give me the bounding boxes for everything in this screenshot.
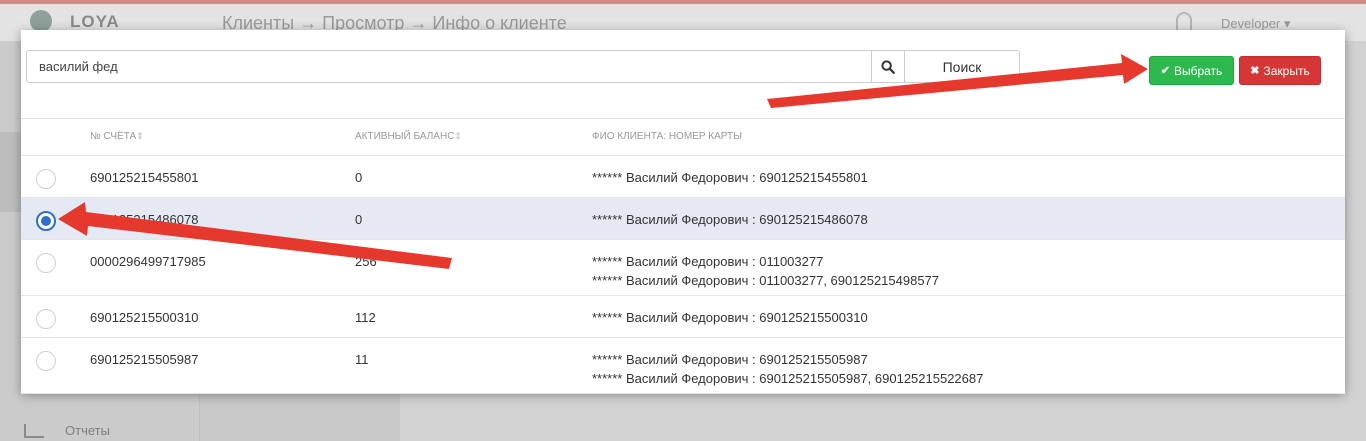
client-card-line: ****** Василий Федорович : 6901252155003…	[592, 310, 868, 325]
client-info: ****** Василий Федорович : 6901252154558…	[592, 168, 868, 187]
table-row[interactable]: 690125215486078 0 ****** Василий Федорович…	[21, 198, 1345, 240]
sort-icon[interactable]: ⇕	[454, 131, 462, 141]
client-card-line: ****** Василий Федорович : 011003277, 69…	[592, 273, 940, 288]
client-search-modal: Поиск ✔ Выбрать ✖ Закрыть № СЧЁТА⇕ АКТИВ…	[21, 30, 1345, 394]
column-header-client: ФИО КЛИЕНТА: НОМЕР КАРТЫ	[592, 131, 742, 142]
account-number: 0000296499717985	[90, 254, 206, 269]
table-row[interactable]: 690125215505987 11 ****** Василий Федорови…	[21, 338, 1345, 394]
bar-chart-icon	[24, 424, 44, 438]
search-input[interactable]	[26, 50, 872, 83]
table-header: № СЧЁТА⇕ АКТИВНЫЙ БАЛАНС⇕ ФИО КЛИЕНТА: Н…	[21, 118, 1345, 156]
active-balance: 0	[355, 170, 363, 185]
logo-icon	[30, 10, 52, 32]
account-number: 690125215455801	[90, 170, 199, 185]
select-button-label: Выбрать	[1173, 63, 1223, 78]
x-icon: ✖	[1250, 65, 1260, 77]
client-card-line: ****** Василий Федорович : 6901252154558…	[592, 170, 868, 185]
radio-selected[interactable]	[36, 211, 56, 231]
table-row[interactable]: 0000296499717985 256 ****** Василий Федоро…	[21, 240, 1345, 296]
app-logo-text: LOYA	[70, 12, 120, 31]
client-info: ****** Василий Федорович : 6901252155003…	[592, 308, 868, 327]
client-info: ****** Василий Федорович : 6901252155059…	[592, 350, 983, 388]
sidebar-item-reports[interactable]: Отчеты	[65, 423, 110, 438]
client-card-line: ****** Василий Федорович : 6901252155059…	[592, 352, 868, 367]
column-header-balance[interactable]: АКТИВНЫЙ БАЛАНС⇕	[355, 131, 462, 142]
table-row[interactable]: 690125215500310 112 ****** Василий Федоров…	[21, 296, 1345, 338]
radio-button[interactable]	[36, 169, 56, 189]
table-row[interactable]: 690125215455801 0 ****** Василий Федорович…	[21, 156, 1345, 198]
close-button[interactable]: ✖ Закрыть	[1239, 56, 1321, 85]
close-button-label: Закрыть	[1263, 63, 1310, 78]
sidebar-active-marker	[0, 132, 22, 212]
active-balance: 112	[355, 310, 376, 325]
active-balance: 0	[355, 212, 363, 227]
account-number: 690125215500310	[90, 310, 199, 325]
lightbulb-icon[interactable]	[1176, 12, 1192, 32]
active-balance: 11	[355, 352, 369, 367]
radio-button[interactable]	[36, 309, 56, 329]
sort-icon[interactable]: ⇕	[136, 131, 144, 141]
client-card-line: ****** Василий Федорович : 011003277	[592, 254, 824, 269]
client-card-line: ****** Василий Федорович : 6901252155059…	[592, 371, 984, 386]
select-button[interactable]: ✔ Выбрать	[1149, 56, 1234, 85]
radio-button[interactable]	[36, 351, 56, 371]
client-info: ****** Василий Федорович : 011003277 ****…	[592, 252, 939, 290]
search-button[interactable]: Поиск	[904, 50, 1020, 83]
radio-button[interactable]	[36, 253, 56, 273]
account-number: 690125215486078	[90, 212, 199, 227]
active-balance: 256	[355, 254, 377, 269]
client-card-line: ****** Василий Федорович : 6901252154860…	[592, 212, 868, 227]
search-icon[interactable]	[871, 50, 905, 83]
account-number: 690125215505987	[90, 352, 199, 367]
top-accent-strip	[0, 0, 1366, 4]
column-header-account[interactable]: № СЧЁТА⇕	[90, 131, 144, 142]
check-icon: ✔	[1160, 65, 1170, 77]
client-info: ****** Василий Федорович : 6901252154860…	[592, 210, 868, 229]
